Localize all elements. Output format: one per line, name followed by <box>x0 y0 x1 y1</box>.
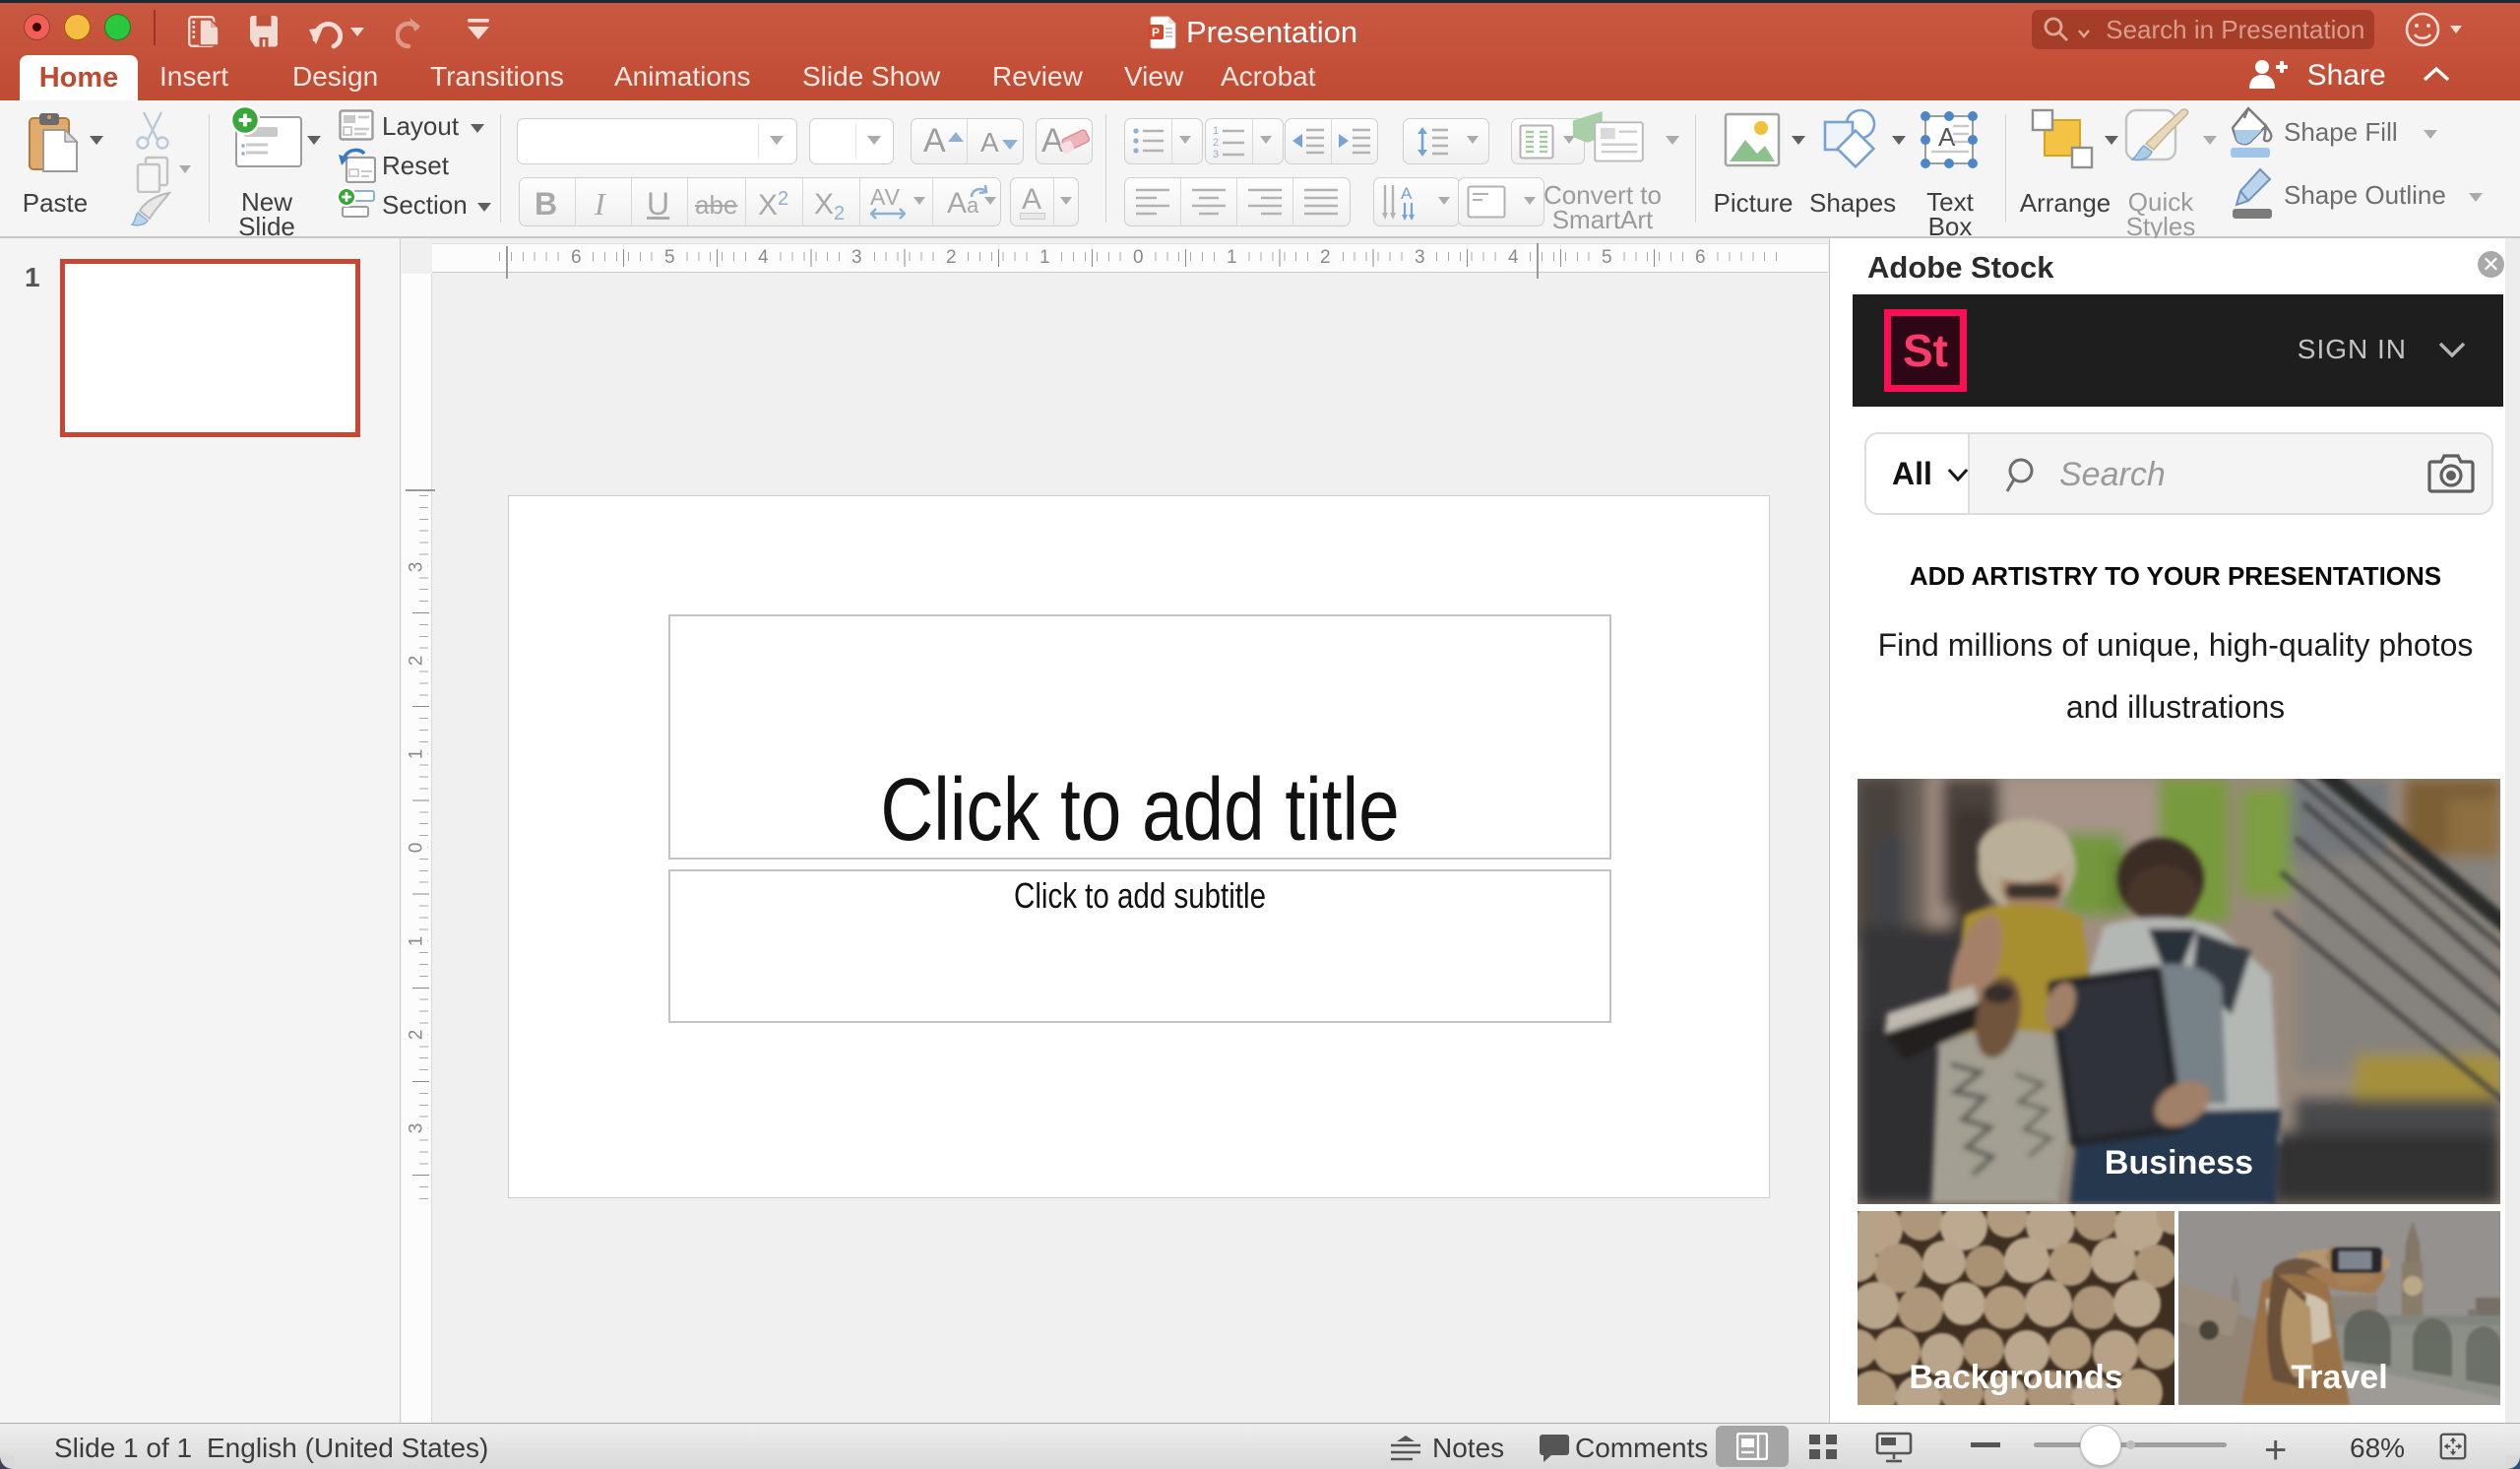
svg-text:1: 1 <box>1213 125 1219 137</box>
svg-text:3: 3 <box>1213 149 1219 160</box>
svg-text:A: A <box>1401 184 1413 203</box>
svg-text:2: 2 <box>1213 137 1219 149</box>
svg-text:P: P <box>1152 26 1160 39</box>
